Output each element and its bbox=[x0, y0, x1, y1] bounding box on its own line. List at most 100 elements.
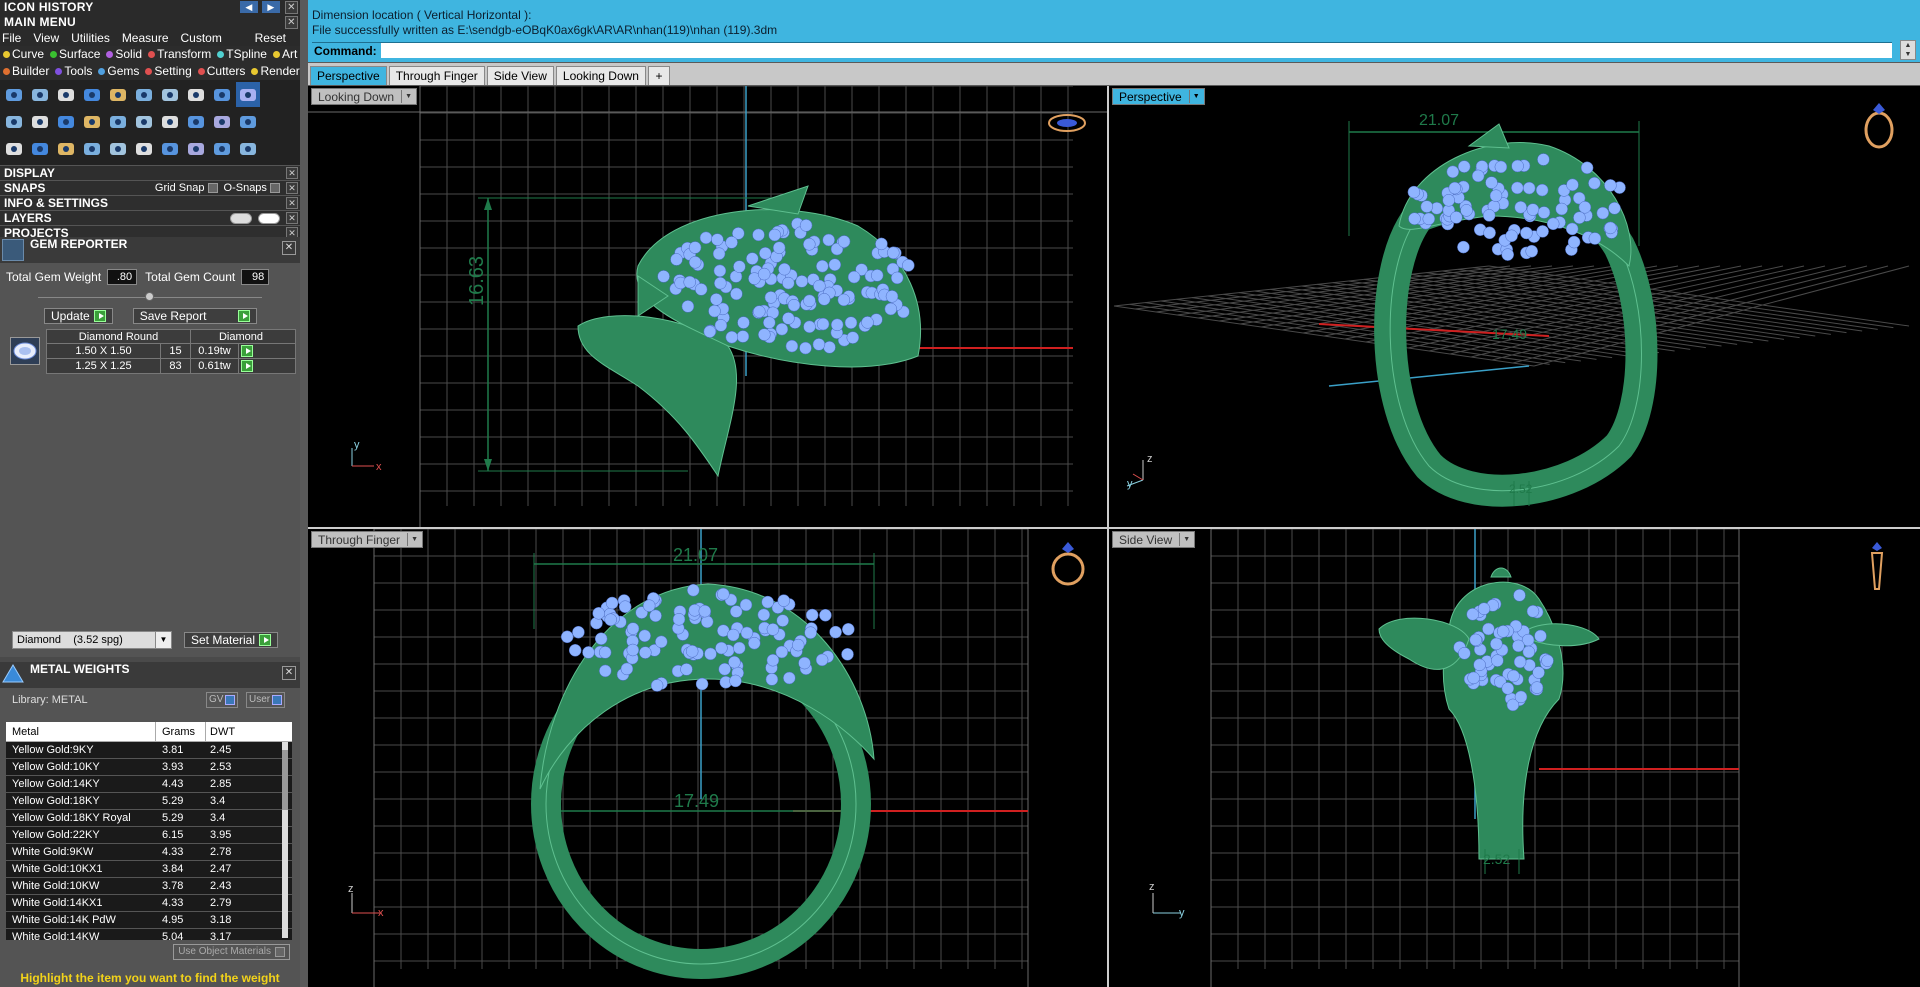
camera-icon[interactable] bbox=[184, 82, 208, 107]
material-select[interactable]: Diamond (3.52 spg) ▼ bbox=[12, 631, 172, 649]
align-icon[interactable] bbox=[2, 136, 26, 161]
dash-icon[interactable] bbox=[54, 136, 78, 161]
viewport-side-view[interactable]: Side View ▼ 2.52 z y bbox=[1109, 529, 1920, 987]
slider-handle[interactable] bbox=[145, 292, 154, 301]
module-builder[interactable]: Builder bbox=[3, 63, 49, 80]
history-back-icon[interactable]: ◀ bbox=[240, 1, 258, 13]
module-gems[interactable]: Gems bbox=[98, 63, 139, 80]
user-toggle[interactable]: User bbox=[246, 692, 286, 708]
chevron-down-icon[interactable]: ▼ bbox=[1188, 90, 1203, 103]
chevron-down-icon[interactable]: ▼ bbox=[407, 533, 421, 546]
viewport-label[interactable]: Side View ▼ bbox=[1112, 531, 1196, 548]
close-icon[interactable]: ✕ bbox=[282, 241, 296, 255]
history-forward-icon[interactable]: ▶ bbox=[262, 1, 280, 13]
o-snaps-toggle[interactable]: O-Snaps bbox=[224, 181, 280, 196]
table-row[interactable]: Yellow Gold:10KY 3.93 2.53 bbox=[6, 759, 292, 776]
viewport-through-finger[interactable]: Through Finger ▼ 21.07 17.49 z x bbox=[308, 529, 1107, 987]
chevron-down-icon[interactable]: ▼ bbox=[401, 90, 415, 103]
chevron-down-icon[interactable]: ▼ bbox=[155, 632, 171, 648]
module-solid[interactable]: Solid bbox=[106, 46, 142, 63]
drop-icon[interactable] bbox=[158, 82, 182, 107]
add-tab-button[interactable]: + bbox=[647, 66, 670, 85]
chevron-down-icon[interactable]: ▼ bbox=[1179, 533, 1193, 546]
close-icon[interactable]: ✕ bbox=[286, 182, 298, 194]
crop-icon[interactable] bbox=[210, 109, 234, 134]
panel-icon[interactable] bbox=[106, 109, 130, 134]
tripod-icon[interactable] bbox=[132, 109, 156, 134]
table-row[interactable]: Yellow Gold:9KY 3.81 2.45 bbox=[6, 742, 292, 759]
close-icon[interactable]: ✕ bbox=[285, 16, 298, 29]
move-icon[interactable] bbox=[236, 109, 260, 134]
camera2-icon[interactable] bbox=[184, 136, 208, 161]
cutter-icon[interactable] bbox=[158, 109, 182, 134]
tab-looking-down[interactable]: Looking Down bbox=[555, 66, 646, 85]
table-row[interactable]: Yellow Gold:14KY 4.43 2.85 bbox=[6, 776, 292, 793]
close-icon[interactable]: ✕ bbox=[286, 167, 298, 179]
command-input[interactable] bbox=[380, 43, 1892, 58]
spiral-icon[interactable] bbox=[28, 82, 52, 107]
flower-icon[interactable] bbox=[210, 82, 234, 107]
menu-view[interactable]: View bbox=[33, 30, 59, 46]
viewport-looking-down[interactable]: Looking Down ▼ y x 16.63 bbox=[308, 86, 1107, 527]
table-row[interactable]: White Gold:10KX1 3.84 2.47 bbox=[6, 861, 292, 878]
select-gem-icon[interactable] bbox=[241, 345, 253, 357]
plane-icon[interactable] bbox=[80, 109, 104, 134]
close-icon[interactable]: ✕ bbox=[282, 666, 296, 680]
table-row[interactable]: Yellow Gold:18KY 5.29 3.4 bbox=[6, 793, 292, 810]
use-object-materials-toggle[interactable]: Use Object Materials bbox=[173, 944, 290, 960]
menu-utilities[interactable]: Utilities bbox=[71, 30, 110, 46]
menu-custom[interactable]: Custom bbox=[181, 30, 222, 46]
module-render[interactable]: Render bbox=[251, 63, 300, 80]
scroll-thumb[interactable] bbox=[282, 750, 288, 810]
module-curve[interactable]: Curve bbox=[3, 46, 44, 63]
icon-history-header[interactable]: ICON HISTORY ◀ ▶ ✕ bbox=[0, 0, 300, 15]
select-gem-icon[interactable] bbox=[241, 360, 253, 372]
grid-snap-toggle[interactable]: Grid Snap bbox=[155, 181, 218, 196]
info-settings-section[interactable]: INFO & SETTINGS ✕ bbox=[0, 195, 300, 210]
reset-button[interactable]: Reset bbox=[255, 30, 286, 46]
arc-icon[interactable] bbox=[28, 136, 52, 161]
curve-tool-icon[interactable] bbox=[2, 82, 26, 107]
viewport-perspective[interactable]: Perspective ▼ 21.07 17.49 2.52 z y bbox=[1109, 86, 1920, 527]
close-icon[interactable]: ✕ bbox=[286, 197, 298, 209]
module-tspline[interactable]: TSpline bbox=[217, 46, 267, 63]
menu-measure[interactable]: Measure bbox=[122, 30, 169, 46]
module-tools[interactable]: Tools bbox=[55, 63, 92, 80]
table-row[interactable]: White Gold:14KX1 4.33 2.79 bbox=[6, 895, 292, 912]
copy-icon[interactable] bbox=[132, 136, 156, 161]
table-row[interactable]: White Gold:9KW 4.33 2.78 bbox=[6, 844, 292, 861]
table-row[interactable]: Yellow Gold:22KY 6.15 3.95 bbox=[6, 827, 292, 844]
metal-table-scrollbar[interactable] bbox=[282, 742, 288, 938]
table-row[interactable]: White Gold:14K PdW 4.95 3.18 bbox=[6, 912, 292, 929]
display-section[interactable]: DISPLAY ✕ bbox=[0, 165, 300, 180]
star-tool-icon[interactable] bbox=[54, 82, 78, 107]
module-surface[interactable]: Surface bbox=[50, 46, 100, 63]
diamond-tool-icon[interactable] bbox=[28, 109, 52, 134]
viewport-label[interactable]: Looking Down ▼ bbox=[311, 88, 418, 105]
table-row[interactable]: 1.50 X 1.50 15 0.19tw bbox=[46, 344, 296, 359]
layout-icon[interactable] bbox=[236, 82, 260, 107]
grid-tool-icon[interactable] bbox=[210, 136, 234, 161]
table-row[interactable]: Yellow Gold:18KY Royal 5.29 3.4 bbox=[6, 810, 292, 827]
table-row[interactable]: White Gold:14KW 5.04 3.17 bbox=[6, 929, 292, 940]
close-icon[interactable]: ✕ bbox=[285, 1, 298, 14]
set-material-button[interactable]: Set Material bbox=[184, 632, 279, 648]
tab-side-view[interactable]: Side View bbox=[486, 66, 554, 85]
tab-perspective[interactable]: Perspective bbox=[310, 66, 387, 85]
close-icon[interactable]: ✕ bbox=[286, 212, 298, 224]
layers-section[interactable]: LAYERS ✕ bbox=[0, 210, 300, 225]
book-icon[interactable] bbox=[54, 109, 78, 134]
eye-icon[interactable] bbox=[230, 213, 252, 224]
gear-tool-icon[interactable] bbox=[80, 82, 104, 107]
module-transform[interactable]: Transform bbox=[148, 46, 211, 63]
stairs-icon[interactable] bbox=[80, 136, 104, 161]
menu-file[interactable]: File bbox=[2, 30, 21, 46]
sun-icon[interactable] bbox=[184, 109, 208, 134]
viewport-label[interactable]: Perspective ▼ bbox=[1112, 88, 1205, 105]
update-button[interactable]: Update bbox=[44, 308, 113, 324]
main-menu-header[interactable]: MAIN MENU ✕ bbox=[0, 15, 300, 30]
module-art[interactable]: Art bbox=[272, 46, 297, 63]
module-cutters[interactable]: Cutters bbox=[197, 63, 245, 80]
ring-icon[interactable] bbox=[236, 136, 260, 161]
snaps-section[interactable]: SNAPS Grid Snap O-Snaps ✕ bbox=[0, 180, 300, 195]
